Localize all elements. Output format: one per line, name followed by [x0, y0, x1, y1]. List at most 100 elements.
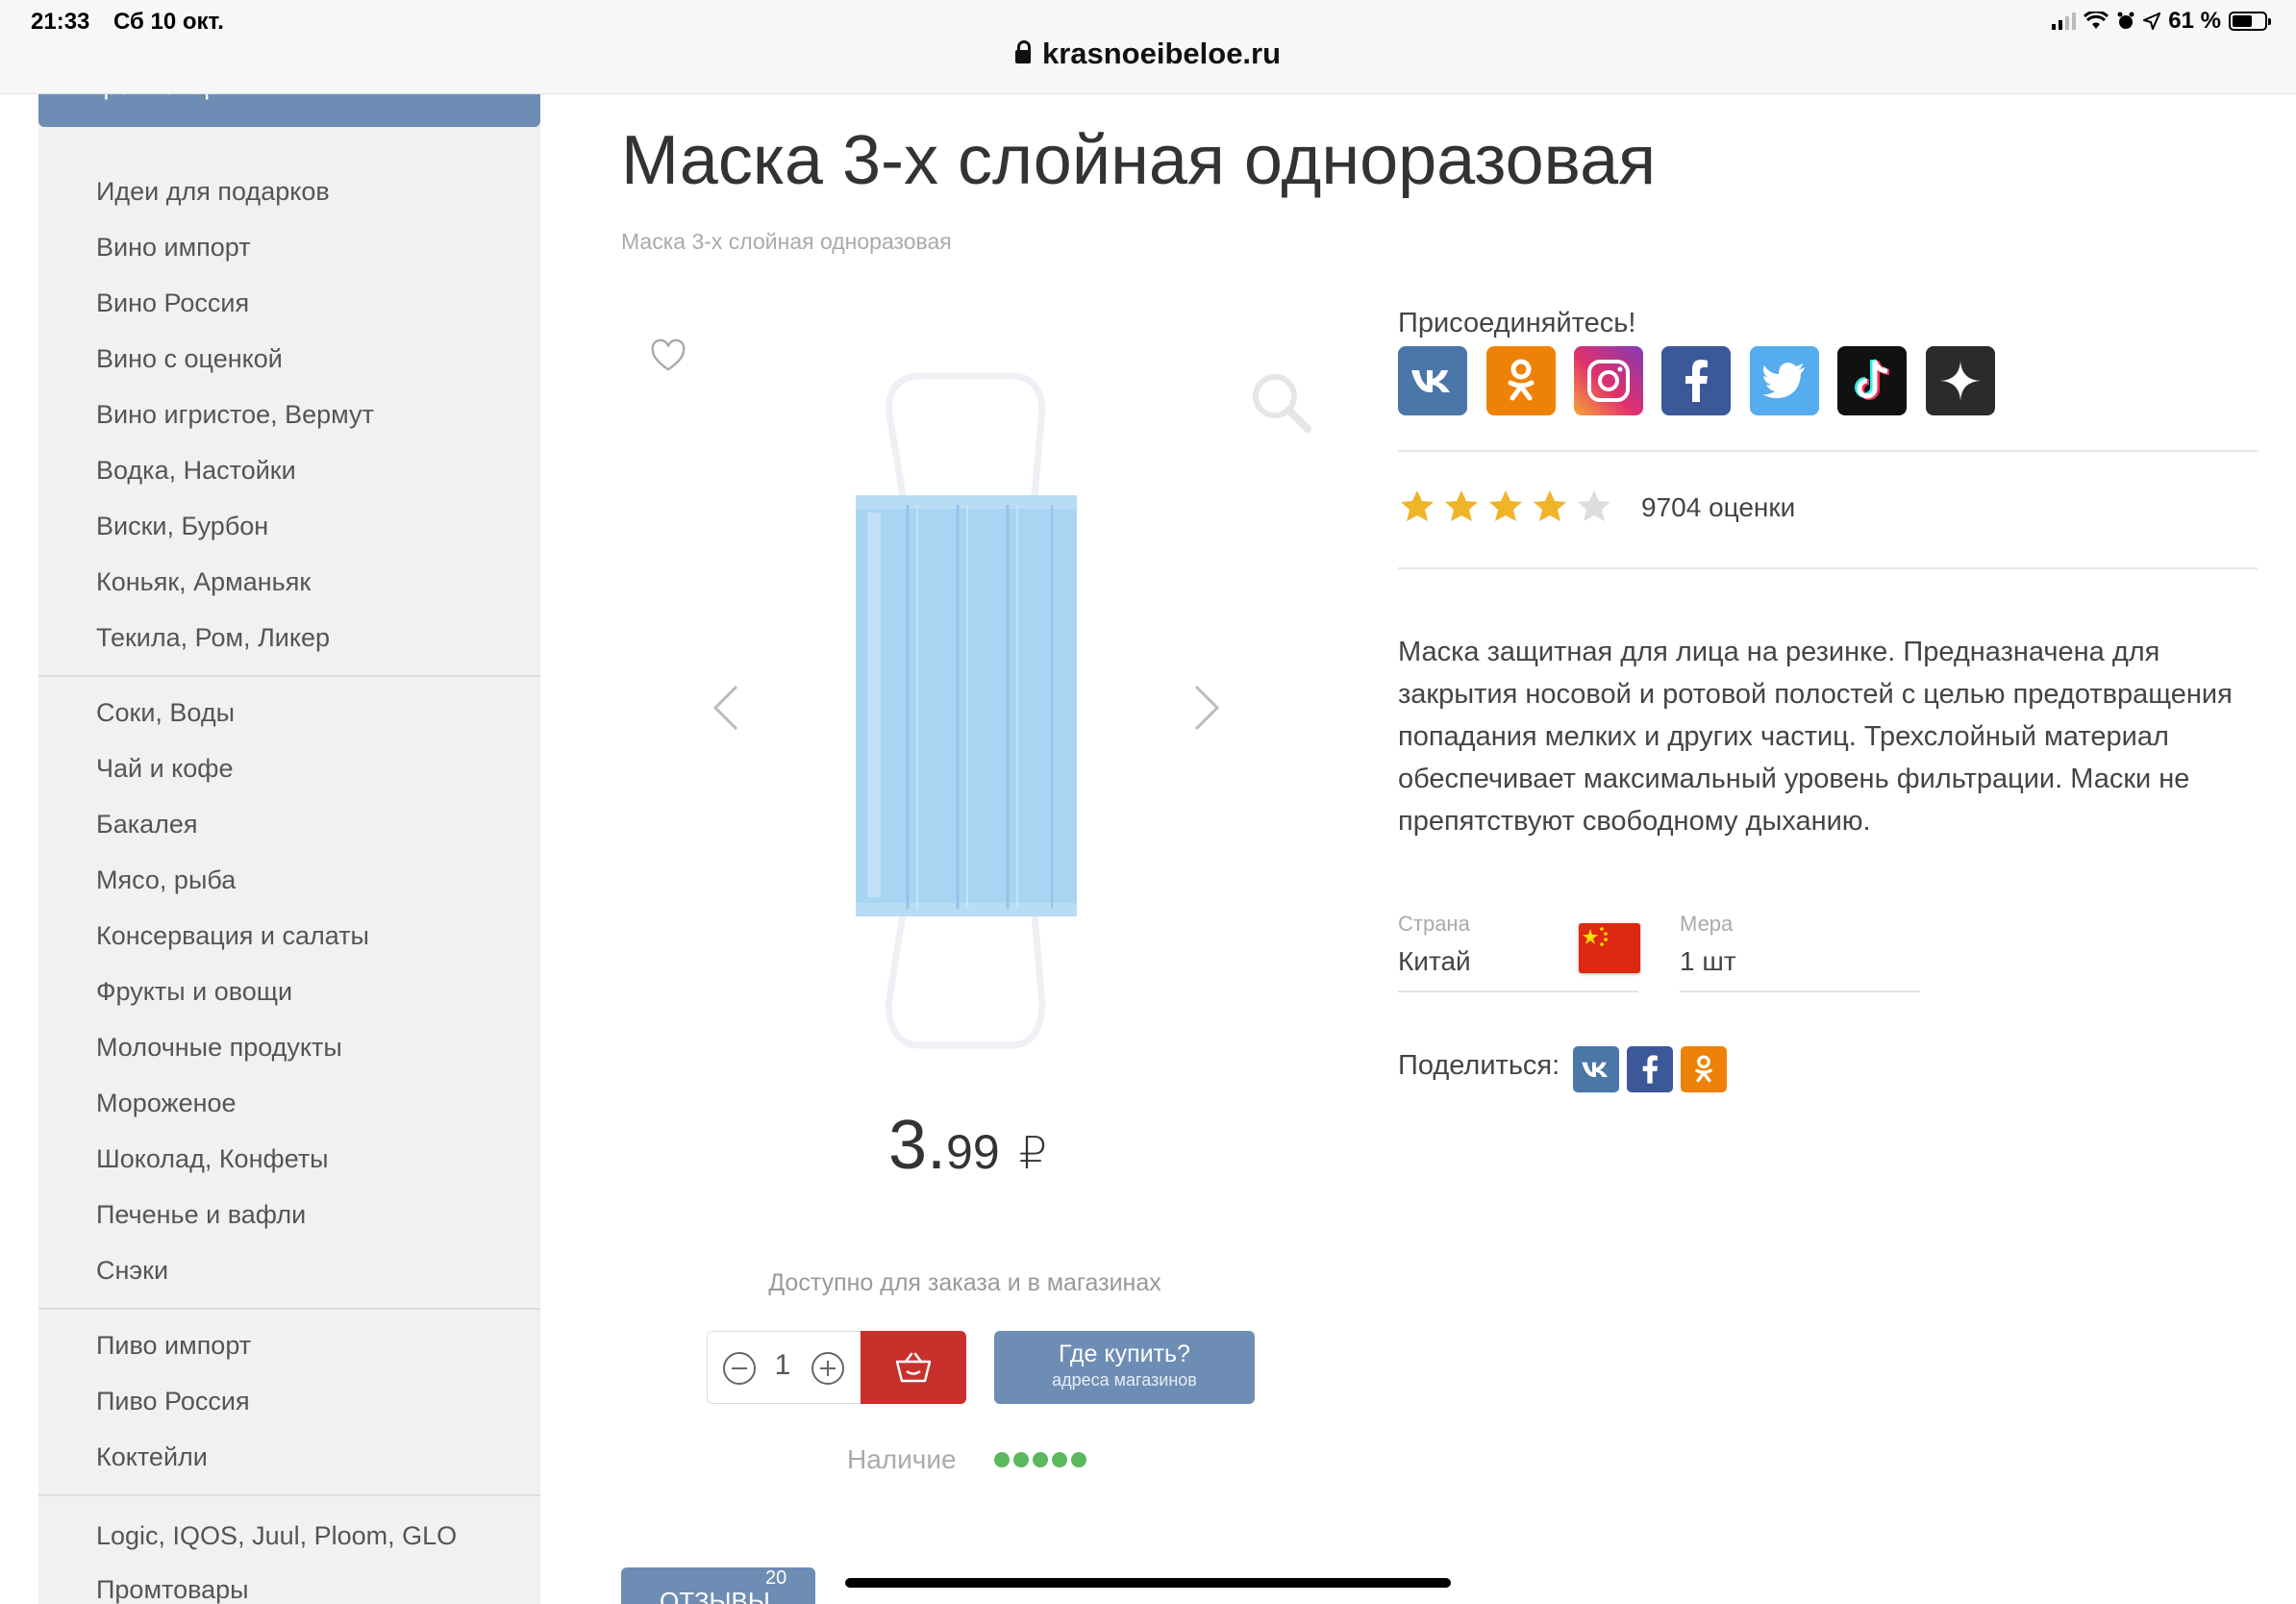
sidebar-item-wine-import[interactable]: Вино импорт	[96, 233, 251, 263]
stock-dot	[994, 1452, 1010, 1467]
status-date: Сб 10 окт.	[113, 9, 224, 35]
sidebar-item-grocery[interactable]: Бакалея	[96, 810, 198, 840]
sidebar-item-dairy[interactable]: Молочные продукты	[96, 1033, 342, 1063]
sidebar-divider	[38, 1494, 540, 1496]
lock-icon	[1014, 40, 1031, 63]
tiktok-icon[interactable]	[1837, 346, 1907, 415]
divider	[1398, 567, 2258, 569]
sidebar-item-beer-import[interactable]: Пиво импорт	[96, 1331, 251, 1361]
product-image-mask[interactable]	[850, 370, 1081, 1053]
category-sidebar: Промтовары Идеи для подарков Вино импорт…	[38, 87, 540, 1604]
where-to-buy-button[interactable]: Где купить? адреса магазинов	[994, 1331, 1255, 1404]
sidebar-item-cocktails[interactable]: Коктейли	[96, 1442, 208, 1472]
star-filled-icon	[1445, 490, 1478, 521]
star-filled-icon	[1489, 490, 1522, 521]
rating-stars[interactable]	[1400, 489, 1611, 523]
stock-dot	[1013, 1452, 1029, 1467]
zoom-magnifier-icon[interactable]	[1248, 369, 1315, 437]
divider	[1398, 990, 1638, 992]
measure-label: Мера	[1680, 912, 1734, 936]
share-vk-icon[interactable]	[1573, 1046, 1619, 1092]
where-to-buy-label: Где купить?	[1059, 1341, 1190, 1367]
twitter-icon[interactable]	[1750, 346, 1819, 415]
sidebar-item-tobacco-devices[interactable]: Logic, IQOS, Juul, Ploom, GLO	[96, 1521, 457, 1551]
country-value: Китай	[1398, 946, 1471, 976]
product-description: Маска защитная для лица на резинке. Пред…	[1398, 637, 2233, 837]
tab-reviews-count: 20	[765, 1567, 787, 1589]
status-indicators: 61 %	[2052, 8, 2271, 35]
currency-symbol: ₽	[1018, 1128, 1047, 1178]
battery-percent: 61 %	[2168, 8, 2221, 34]
stock-label: Наличие	[847, 1444, 957, 1474]
price-cents: 99	[946, 1125, 1000, 1179]
price-main: 3.	[888, 1107, 947, 1184]
odnoklassniki-icon[interactable]	[1486, 346, 1556, 415]
star-filled-icon	[1534, 490, 1566, 521]
home-indicator[interactable]	[845, 1578, 1451, 1588]
sidebar-item-icecream[interactable]: Мороженое	[96, 1089, 237, 1118]
rating-count: 9704 оценки	[1641, 492, 1796, 522]
basket-icon	[895, 1352, 932, 1383]
sidebar-item-wine-russia[interactable]: Вино Россия	[96, 288, 249, 318]
sidebar-item-cognac[interactable]: Коньяк, Арманьяк	[96, 567, 311, 597]
sidebar-divider	[38, 675, 540, 677]
quantity-input[interactable]: 1	[763, 1349, 802, 1382]
share-facebook-icon[interactable]	[1627, 1046, 1673, 1092]
quantity-stepper: 1	[707, 1331, 861, 1404]
share-odnoklassniki-icon[interactable]	[1681, 1046, 1727, 1092]
social-join-label: Присоединяйтесь!	[1398, 308, 1636, 338]
vk-icon[interactable]	[1398, 346, 1467, 415]
sidebar-item-whisky[interactable]: Виски, Бурбон	[96, 512, 268, 541]
battery-icon	[2229, 12, 2271, 31]
star-empty-icon	[1578, 490, 1610, 521]
stock-level-indicator	[994, 1452, 1086, 1467]
sidebar-item-fruits[interactable]: Фрукты и овощи	[96, 977, 292, 1007]
sidebar-item-tea-coffee[interactable]: Чай и кофе	[96, 754, 234, 784]
sidebar-item-vodka[interactable]: Водка, Настойки	[96, 456, 296, 486]
sidebar-item-chocolate[interactable]: Шоколад, Конфеты	[96, 1144, 329, 1174]
sidebar-item-cookies[interactable]: Печенье и вафли	[96, 1200, 306, 1230]
tab-reviews[interactable]: ОТЗЫВЫ 20	[621, 1567, 815, 1604]
qty-plus-icon[interactable]	[811, 1352, 844, 1385]
star-filled-icon	[1401, 490, 1434, 521]
address-bar[interactable]: krasnoeibeloe.ru	[0, 37, 2296, 71]
divider	[1398, 450, 2258, 452]
yandex-zen-icon[interactable]	[1926, 346, 1995, 415]
breadcrumb[interactable]: Маска 3-х слойная одноразовая	[621, 229, 952, 255]
sidebar-item-meat-fish[interactable]: Мясо, рыба	[96, 865, 236, 895]
sidebar-item-canned[interactable]: Консервация и салаты	[96, 921, 369, 951]
sidebar-item-wine-rated[interactable]: Вино с оценкой	[96, 344, 283, 374]
facebook-icon[interactable]	[1661, 346, 1731, 415]
sidebar-item-juices[interactable]: Соки, Воды	[96, 698, 235, 728]
product-price: 3.99 ₽	[888, 1106, 1047, 1185]
sidebar-item-sparkling-vermouth[interactable]: Вино игристое, Вермут	[96, 400, 374, 430]
sidebar-item-snacks[interactable]: Снэки	[96, 1256, 168, 1286]
url-text: krasnoeibeloe.ru	[1041, 37, 1282, 70]
alarm-icon	[2117, 12, 2134, 29]
where-to-buy-sublabel: адреса магазинов	[1052, 1370, 1197, 1390]
favorite-heart-icon[interactable]	[650, 338, 686, 375]
instagram-icon[interactable]	[1574, 346, 1643, 415]
wifi-icon	[2084, 12, 2109, 29]
gallery-prev-arrow-icon[interactable]	[711, 683, 740, 733]
country-label: Страна	[1398, 912, 1470, 936]
qty-minus-icon[interactable]	[723, 1352, 756, 1385]
share-label: Поделиться:	[1398, 1050, 1560, 1081]
china-flag-icon	[1579, 923, 1640, 973]
add-to-cart-button[interactable]	[861, 1331, 966, 1404]
cellular-signal-icon	[2052, 13, 2077, 30]
page-title: Маска 3-х слойная одноразовая	[621, 122, 1657, 199]
sidebar-item-beer-russia[interactable]: Пиво Россия	[96, 1387, 250, 1416]
location-icon	[2143, 13, 2161, 30]
sidebar-item-tequila-rum[interactable]: Текила, Ром, Ликер	[96, 623, 330, 653]
sidebar-divider	[38, 1308, 540, 1310]
stock-dot	[1052, 1452, 1067, 1467]
stock-dot	[1033, 1452, 1048, 1467]
status-time: 21:33	[31, 9, 90, 35]
browser-status-bar: 21:33 Сб 10 окт. krasnoeibeloe.ru 61 %	[0, 0, 2296, 94]
measure-value: 1 шт	[1680, 946, 1736, 976]
gallery-next-arrow-icon[interactable]	[1192, 683, 1221, 733]
sidebar-item-gift-ideas[interactable]: Идеи для подарков	[96, 177, 330, 207]
sidebar-item-household[interactable]: Промтовары	[96, 1575, 249, 1604]
availability-text: Доступно для заказа и в магазинах	[768, 1269, 1161, 1296]
